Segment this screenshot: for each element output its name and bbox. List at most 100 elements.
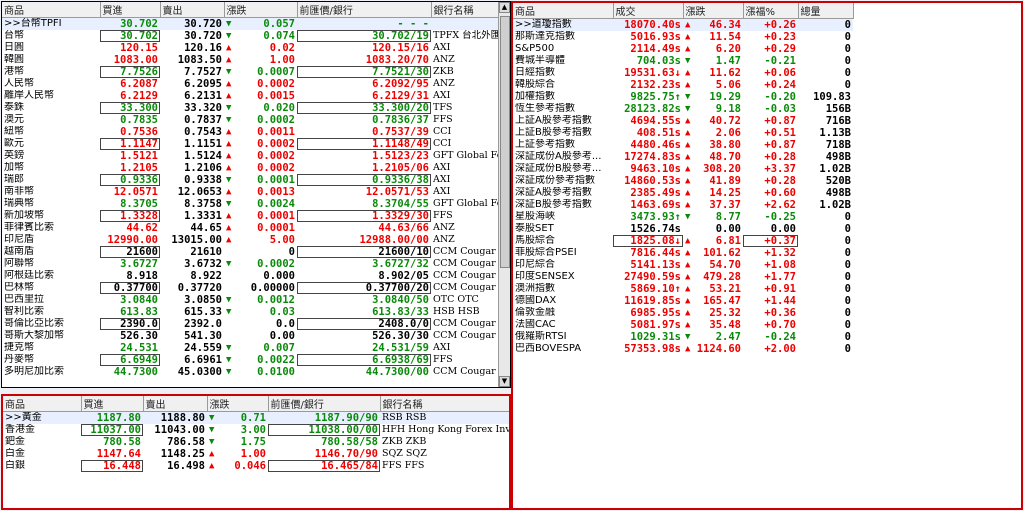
- table-row[interactable]: 加權指數 9825.75↑ ▼ 19.29 -0.20 109.83: [513, 91, 853, 103]
- table-row[interactable]: 上証A股參考指數 4694.55s ▲ 40.72 +0.87 716B: [513, 115, 853, 127]
- bank-name: ANZ: [433, 54, 455, 65]
- column-header[interactable]: 銀行名稱: [431, 2, 501, 18]
- column-header[interactable]: 賣出: [143, 396, 208, 412]
- index-name: 深証成份B股參考...: [515, 163, 602, 174]
- table-row[interactable]: 菲律賓比索 44.62 44.65 ▲ 0.0001 44.63/66 ANZ: [2, 222, 500, 234]
- commodity-name: 澳元: [4, 114, 24, 125]
- column-header[interactable]: 前匯價/銀行: [268, 396, 381, 412]
- table-row[interactable]: 哥倫比亞比索 2390.0 2392.0 0.0 2408.0/0 CCM Cougar …: [2, 318, 500, 330]
- table-row[interactable]: 泰銖 33.300 33.320 ▼ 0.020 33.300/20 TFS: [2, 102, 500, 114]
- table-row[interactable]: 港幣 7.7526 7.7527 ▼ 0.0007 7.7521/30 ZKB: [2, 66, 500, 78]
- scroll-down-button[interactable]: ▼: [499, 376, 510, 387]
- change-cell: ▼ 0.074: [224, 30, 297, 42]
- up-arrow-icon: ▲: [226, 139, 232, 149]
- commodity-name: 歐元: [4, 138, 24, 149]
- column-header[interactable]: 漲福%: [743, 3, 799, 19]
- table-row[interactable]: 深証A股參考指數 2385.49s ▲ 14.25 +0.60 498B: [513, 187, 853, 199]
- commodity-name: 新加坡幣: [4, 210, 44, 221]
- table-row[interactable]: 印度SENSEX 27490.59s ▲ 479.28 +1.77 0: [513, 271, 853, 283]
- column-header[interactable]: 漲跌: [207, 396, 269, 412]
- table-row[interactable]: 智利比索 613.83 615.33 ▼ 0.03 613.83/33 HSB HSB: [2, 306, 500, 318]
- column-header[interactable]: 成交: [613, 3, 684, 19]
- column-header[interactable]: 前匯價/銀行: [297, 2, 432, 18]
- table-row[interactable]: 印尼綜合 5141.13s ▲ 54.70 +1.08 0: [513, 259, 853, 271]
- table-row[interactable]: 阿根廷比索8.9188.9220.0008.902/05CCM Cougar C…: [2, 270, 500, 282]
- table-row[interactable]: 巴西里拉 3.0840 3.0850 ▼ 0.0012 3.0840/50 OTC OTC: [2, 294, 500, 306]
- table-row[interactable]: 南非幣 12.0571 12.0653 ▲ 0.0013 12.0571/53 AXI: [2, 186, 500, 198]
- table-row[interactable]: 日經指數 19531.63↓ ▲ 11.62 +0.06 0: [513, 67, 853, 79]
- table-row[interactable]: 韓股綜合 2132.23s ▲ 5.06 +0.24 0: [513, 79, 853, 91]
- table-row[interactable]: 巴西BOVESPA 57353.98s ▲ 1124.60 +2.00 0: [513, 343, 853, 355]
- previous-rate-value: 1.2105: [372, 162, 411, 174]
- table-row[interactable]: >>道瓊指數 18070.40s ▲ 46.34 +0.26 0: [513, 18, 853, 31]
- table-row[interactable]: 俄羅斯RTSI 1029.31s ▼ 2.47 -0.24 0: [513, 331, 853, 343]
- table-row[interactable]: 人民幣 6.2087 6.2095 ▲ 0.0002 6.2092/95 ANZ: [2, 78, 500, 90]
- table-row[interactable]: 巴林幣 0.37700 0.37720 0.00000 0.37700/20 CCM Co…: [2, 282, 500, 294]
- table-row[interactable]: 深証成份A股參考... 17274.83s ▲ 48.70 +0.28 498B: [513, 151, 853, 163]
- table-row[interactable]: 越南盾2160021610021600/10CCM Cougar Capita.…: [2, 246, 500, 258]
- commodity-name: 越南盾: [4, 246, 34, 257]
- fx-scrollbar[interactable]: ▲ ▼: [498, 2, 510, 387]
- column-header[interactable]: 買進: [100, 2, 161, 18]
- table-row[interactable]: 法國CAC 5081.97s ▲ 35.48 +0.70 0: [513, 319, 853, 331]
- table-row[interactable]: 德國DAX 11619.85s ▲ 165.47 +1.44 0: [513, 295, 853, 307]
- column-header[interactable]: 商品: [513, 3, 614, 19]
- table-row[interactable]: 泰股SET 1526.74s 0.00 0.00 0: [513, 223, 853, 235]
- table-row[interactable]: 新加坡幣 1.3328 1.3331 ▲ 0.0001 1.3329/30 FFS: [2, 210, 500, 222]
- table-row[interactable]: 離岸人民幣 6.2129 6.2131 ▲ 0.0015 6.2129/31 AXI: [2, 90, 500, 102]
- table-row[interactable]: 加幣 1.2105 1.2106 ▲ 0.0002 1.2105/06 AXI: [2, 162, 500, 174]
- table-row[interactable]: 印尼盾 12990.00 13015.00 ▲ 5.00 12988.00/00 ANZ: [2, 234, 500, 246]
- table-row[interactable]: 澳洲指數 5869.10↑ ▲ 53.21 +0.91 0: [513, 283, 853, 295]
- table-row[interactable]: 瑞郎 0.9336 0.9338 ▼ 0.0001 0.9336/38 AXI: [2, 174, 500, 186]
- table-row[interactable]: 澳元 0.7835 0.7837 ▼ 0.0002 0.7836/37 FFS: [2, 114, 500, 126]
- table-row[interactable]: 白銀 16.448 16.498 ▲ 0.046 16.465/84 FFS FFS: [3, 460, 509, 472]
- table-row[interactable]: >>台幣TPFI 30.702 30.720 ▼ 0.057 - - -: [2, 17, 500, 30]
- table-row[interactable]: 丹麥幣 6.6949 6.6961 ▼ 0.0022 6.6938/69 FFS: [2, 354, 500, 366]
- table-row[interactable]: >>黃金 1187.80 1188.80 ▼ 0.71 1187.90/90 RSB RSB: [3, 411, 509, 424]
- table-row[interactable]: 深証成份參考指數 14860.53s ▲ 41.89 +0.28 520B: [513, 175, 853, 187]
- table-row[interactable]: 白金 1147.64 1148.25 ▲ 1.00 1146.70/90 SQZ SQZ: [3, 448, 509, 460]
- down-arrow-icon: ▼: [226, 295, 232, 305]
- column-header[interactable]: 漲跌: [683, 3, 744, 19]
- table-row[interactable]: 捷克幣 24.531 24.559 ▼ 0.007 24.531/59 AXI: [2, 342, 500, 354]
- table-row[interactable]: 哥斯大黎加幣 526.30 541.30 0.00 526.30/30 CCM Couga…: [2, 330, 500, 342]
- table-row[interactable]: 瑞典幣 8.3705 8.3758 ▼ 0.0024 8.3704/55 GFT Globa…: [2, 198, 500, 210]
- table-row[interactable]: 馬股綜合 1825.08↓ ▲ 6.81 +0.37 0: [513, 235, 853, 247]
- table-row[interactable]: 日圓 120.15 120.16 ▲ 0.02 120.15/16 AXI: [2, 42, 500, 54]
- table-row[interactable]: 星股海峽 3473.93↑ ▼ 8.77 -0.25 0: [513, 211, 853, 223]
- table-row[interactable]: 鈀金 780.58 786.58 ▼ 1.75 780.58/58 ZKB ZKB: [3, 436, 509, 448]
- ask-price: 24.559: [184, 342, 222, 354]
- previous-rate-value: 0.37700: [365, 282, 411, 294]
- table-row[interactable]: 英鎊 1.5121 1.5124 ▲ 0.0002 1.5123/23 GFT Global…: [2, 150, 500, 162]
- table-row[interactable]: 韓圓 1083.00 1083.50 ▲ 1.00 1083.20/70 ANZ: [2, 54, 500, 66]
- table-row[interactable]: 深証成份B股參考... 9463.10s ▲ 308.20 +3.37 1.02B: [513, 163, 853, 175]
- table-row[interactable]: 上証參考指數 4480.46s ▲ 38.80 +0.87 718B: [513, 139, 853, 151]
- table-row[interactable]: 上証B股參考指數 408.51s ▲ 2.06 +0.51 1.13B: [513, 127, 853, 139]
- table-row[interactable]: 香港金 11037.00 11043.00 ▼ 3.00 11038.00/00 HFH H…: [3, 424, 509, 436]
- column-header[interactable]: 商品: [2, 2, 101, 18]
- column-header[interactable]: 商品: [3, 396, 82, 412]
- table-row[interactable]: 倫敦金融 6985.95s ▲ 25.32 +0.36 0: [513, 307, 853, 319]
- ask-price: 0.9338: [184, 174, 222, 186]
- column-header[interactable]: 買進: [81, 396, 144, 412]
- table-row[interactable]: 那斯達克指數 5016.93s ▲ 11.54 +0.23 0: [513, 31, 853, 43]
- scroll-thumb[interactable]: [500, 16, 510, 268]
- column-header[interactable]: 總量: [798, 3, 854, 19]
- table-row[interactable]: 恆生參考指數 28123.82s ▼ 9.18 -0.03 156B: [513, 103, 853, 115]
- column-header[interactable]: 賣出: [160, 2, 225, 18]
- table-row[interactable]: 阿聯幣 3.6727 3.6732 ▼ 0.0002 3.6727/32 CCM Couga…: [2, 258, 500, 270]
- table-row[interactable]: 台幣30.70230.720▼0.07430.702/19TPFX 台北外匯經紀: [2, 30, 500, 42]
- table-row[interactable]: 多明尼加比索 44.7300 45.0300 ▼ 0.0100 44.7300/00 CCM…: [2, 366, 500, 378]
- table-row[interactable]: 深証B股參考指數 1463.69s ▲ 37.37 +2.62 1.02B: [513, 199, 853, 211]
- down-arrow-icon: ▼: [685, 212, 691, 222]
- table-row[interactable]: 費城半導體 704.03s ▼ 1.47 -0.21 0: [513, 55, 853, 67]
- table-row[interactable]: 歐元 1.1147 1.1151 ▲ 0.0002 1.1148/49 CCI: [2, 138, 500, 150]
- index-name: 印度SENSEX: [515, 271, 575, 282]
- column-header[interactable]: 銀行名稱: [380, 396, 509, 412]
- bid-price: 1147.64: [96, 448, 141, 460]
- table-row[interactable]: 菲股綜合PSEI 7816.44s ▲ 101.62 +1.32 0: [513, 247, 853, 259]
- column-header[interactable]: 漲跌: [224, 2, 298, 18]
- table-row[interactable]: S&P500 2114.49s ▲ 6.20 +0.29 0: [513, 43, 853, 55]
- table-row[interactable]: 紐幣 0.7536 0.7543 ▲ 0.0011 0.7537/39 CCI: [2, 126, 500, 138]
- scroll-up-button[interactable]: ▲: [499, 2, 510, 13]
